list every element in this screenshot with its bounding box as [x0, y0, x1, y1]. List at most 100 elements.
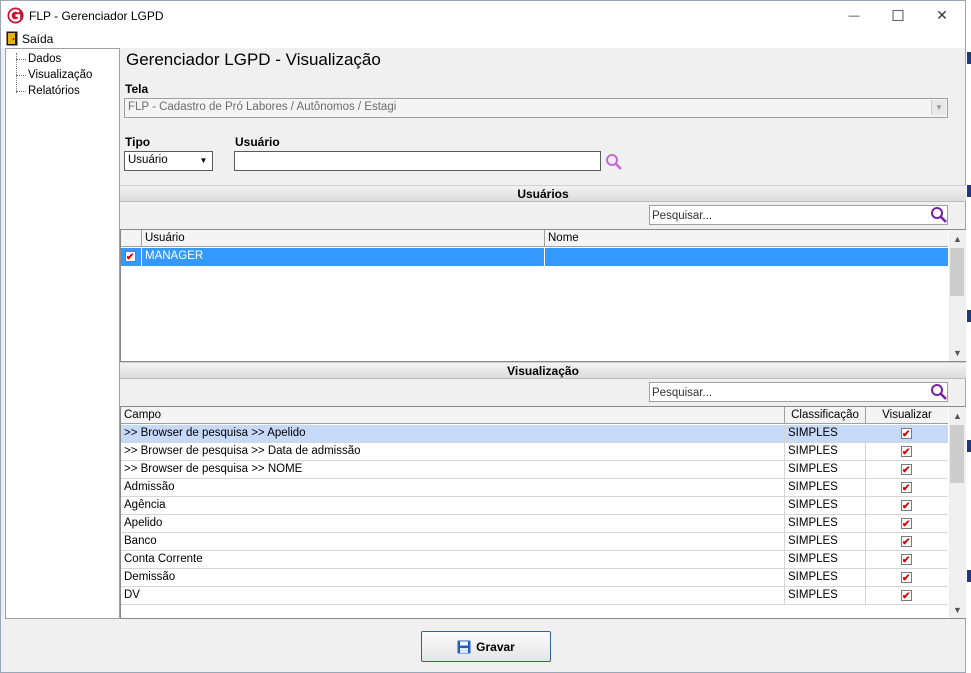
table-row[interactable]: Demissão SIMPLES [121, 569, 948, 587]
exit-label: Saída [22, 32, 54, 46]
door-exit-icon [6, 31, 18, 46]
column-header-nome[interactable]: Nome [545, 230, 948, 247]
scroll-up-icon[interactable]: ▲ [949, 407, 966, 424]
classificacao-cell: SIMPLES [785, 515, 866, 533]
table-row[interactable]: Admissão SIMPLES [121, 479, 948, 497]
chevron-down-icon[interactable]: ▼ [196, 153, 211, 168]
visualizar-checkbox[interactable] [901, 480, 912, 497]
save-button[interactable]: Gravar [421, 631, 551, 662]
visualizar-cell[interactable] [866, 587, 948, 605]
usuarios-search-input[interactable] [652, 208, 922, 223]
visualizar-checkbox[interactable] [901, 444, 912, 461]
classificacao-cell: SIMPLES [785, 479, 866, 497]
usuario-cell: MANAGER [142, 248, 545, 266]
tree-item-label: Dados [28, 53, 62, 65]
visualizar-cell[interactable] [866, 515, 948, 533]
visualizar-cell[interactable] [866, 479, 948, 497]
app-logo-icon [7, 7, 24, 24]
usuarios-grid: Usuário Nome MANAGER ▲ ▼ [120, 229, 966, 362]
visualizar-checkbox[interactable] [901, 462, 912, 479]
visualizacao-search-input[interactable] [652, 385, 922, 400]
visualizar-cell[interactable] [866, 497, 948, 515]
table-row[interactable]: Agência SIMPLES [121, 497, 948, 515]
visualizar-checkbox[interactable] [901, 570, 912, 587]
tela-select-value: FLP - Cadastro de Pró Labores / Autônomo… [128, 101, 397, 113]
minimize-button[interactable]: — [831, 1, 877, 30]
visualizacao-search-box[interactable] [649, 382, 948, 402]
classificacao-cell: SIMPLES [785, 443, 866, 461]
navigation-tree: Dados Visualização Relatórios [5, 48, 120, 619]
visualizar-cell[interactable] [866, 425, 948, 443]
table-row[interactable]: >> Browser de pesquisa >> Apelido SIMPLES [121, 425, 948, 443]
visualizar-cell[interactable] [866, 443, 948, 461]
usuario-input[interactable] [234, 151, 601, 171]
table-row[interactable]: MANAGER [121, 248, 948, 266]
maximize-icon: ☐ [891, 7, 905, 25]
close-button[interactable]: ✕ [919, 1, 965, 30]
search-icon[interactable] [930, 206, 948, 224]
scrollbar-thumb[interactable] [950, 425, 964, 483]
table-row[interactable]: Conta Corrente SIMPLES [121, 551, 948, 569]
table-row[interactable]: Banco SIMPLES [121, 533, 948, 551]
visualizar-checkbox[interactable] [901, 588, 912, 605]
visualizacao-section-header: Visualização [120, 362, 966, 379]
scrollbar-thumb[interactable] [950, 248, 964, 296]
exit-menu-item[interactable]: Saída [1, 30, 61, 48]
row-checkbox-cell[interactable] [121, 248, 142, 266]
desktop-fragment [967, 52, 971, 64]
nome-cell [545, 248, 948, 266]
table-row[interactable]: Apelido SIMPLES [121, 515, 948, 533]
campo-cell: >> Browser de pesquisa >> Data de admiss… [121, 443, 785, 461]
row-checkbox[interactable] [125, 249, 136, 266]
title-bar[interactable]: FLP - Gerenciador LGPD — ☐ ✕ [1, 1, 965, 30]
search-icon[interactable] [930, 383, 948, 401]
desktop-fragment [967, 310, 971, 322]
usuarios-scrollbar[interactable]: ▲ ▼ [949, 230, 966, 361]
tela-label: Tela [125, 82, 149, 96]
table-row[interactable]: DV SIMPLES [121, 587, 948, 605]
select-column-header[interactable] [121, 230, 142, 247]
tree-item-relatorios[interactable]: Relatórios [6, 84, 116, 100]
usuarios-search-box[interactable] [649, 205, 948, 225]
campo-cell: DV [121, 587, 785, 605]
scroll-down-icon[interactable]: ▼ [949, 344, 966, 361]
visualizar-cell[interactable] [866, 551, 948, 569]
visualizar-checkbox[interactable] [901, 552, 912, 569]
visualizar-checkbox[interactable] [901, 534, 912, 551]
classificacao-cell: SIMPLES [785, 587, 866, 605]
campo-cell: Conta Corrente [121, 551, 785, 569]
visualizar-checkbox[interactable] [901, 426, 912, 443]
table-row[interactable]: >> Browser de pesquisa >> Data de admiss… [121, 443, 948, 461]
tipo-select-value: Usuário [128, 154, 168, 166]
campo-cell: Banco [121, 533, 785, 551]
tipo-select[interactable]: Usuário ▼ [124, 151, 213, 171]
tipo-label: Tipo [125, 135, 151, 149]
maximize-button[interactable]: ☐ [875, 1, 921, 30]
campo-cell: Agência [121, 497, 785, 515]
minimize-icon: — [848, 9, 860, 22]
visualizar-cell[interactable] [866, 461, 948, 479]
scroll-down-icon[interactable]: ▼ [949, 601, 966, 618]
visualizar-checkbox[interactable] [901, 498, 912, 515]
column-header-usuario[interactable]: Usuário [142, 230, 545, 247]
tela-select[interactable]: FLP - Cadastro de Pró Labores / Autônomo… [124, 98, 948, 118]
tree-item-dados[interactable]: Dados [6, 52, 116, 68]
desktop-fragment [967, 185, 971, 197]
visualizacao-grid: Campo Classificação Visualizar >> Browse… [120, 406, 966, 619]
column-header-classificacao[interactable]: Classificação [785, 407, 866, 424]
table-row[interactable]: >> Browser de pesquisa >> NOME SIMPLES [121, 461, 948, 479]
visualizar-checkbox[interactable] [901, 516, 912, 533]
column-header-visualizar[interactable]: Visualizar [866, 407, 948, 424]
search-icon[interactable] [605, 153, 623, 171]
tree-item-label: Relatórios [28, 85, 80, 97]
usuario-label: Usuário [235, 135, 280, 149]
visualizar-cell[interactable] [866, 533, 948, 551]
visualizacao-scrollbar[interactable]: ▲ ▼ [949, 407, 966, 618]
usuarios-grid-header: Usuário Nome [121, 230, 948, 247]
campo-cell: >> Browser de pesquisa >> Apelido [121, 425, 785, 443]
chevron-down-icon[interactable]: ▼ [931, 100, 946, 115]
visualizar-cell[interactable] [866, 569, 948, 587]
tree-item-visualizacao[interactable]: Visualização [6, 68, 116, 84]
scroll-up-icon[interactable]: ▲ [949, 230, 966, 247]
column-header-campo[interactable]: Campo [121, 407, 785, 424]
